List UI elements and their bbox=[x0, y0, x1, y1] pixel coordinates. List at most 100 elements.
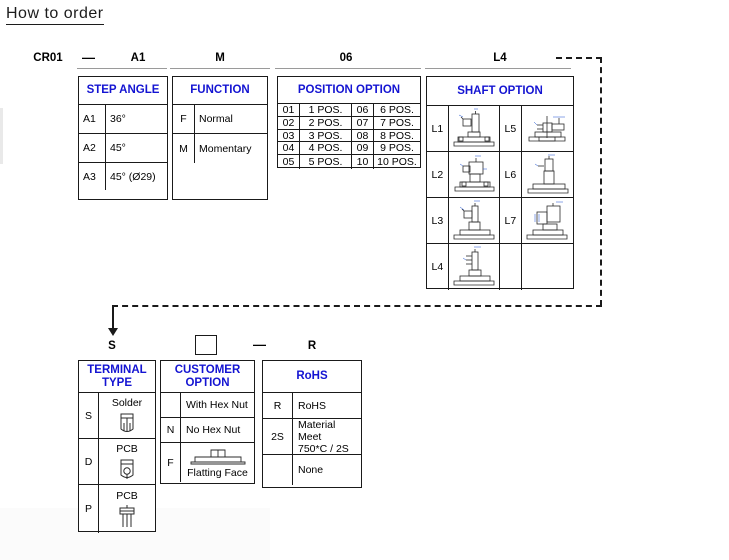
cell-desc-right: 8 POS. bbox=[380, 129, 414, 142]
pcb-terminal-p-icon bbox=[119, 505, 135, 527]
cell-code: R bbox=[263, 393, 293, 418]
cell-desc: RoHS bbox=[298, 399, 327, 412]
cell-code: A1 bbox=[79, 105, 106, 133]
shaft-drawing-l3 bbox=[449, 198, 500, 243]
cell-code: F bbox=[173, 105, 195, 133]
cell-desc: Normal bbox=[199, 113, 233, 125]
cell-code-l4: L4 bbox=[427, 244, 449, 290]
cell-desc: No Hex Nut bbox=[186, 424, 241, 436]
cell-code-l6: L6 bbox=[500, 152, 522, 197]
code-separator-dash-bottom: — bbox=[253, 337, 266, 352]
table-function-header: FUNCTION bbox=[173, 77, 267, 105]
code-segment-step-angle: A1 bbox=[130, 52, 146, 64]
table-rohs: RoHS R RoHS 2S Material Meet 750*C / 2S … bbox=[262, 360, 362, 488]
page-title: How to order bbox=[6, 4, 104, 25]
cell-desc-right: 6 POS. bbox=[380, 103, 414, 116]
table-shaft-option-header: SHAFT OPTION bbox=[427, 77, 573, 106]
cell-desc-right: 9 POS. bbox=[380, 142, 414, 155]
code-underline-shaft-option bbox=[425, 68, 571, 69]
cell-code: N bbox=[161, 418, 181, 442]
cell-desc-left: 1 POS. bbox=[300, 104, 352, 116]
table-row: 02 2 POS. 07 7 POS. bbox=[278, 117, 420, 130]
table-row: L2 L6 bbox=[427, 152, 573, 198]
header-line-2: TYPE bbox=[101, 376, 133, 389]
table-row: L1 L5 bbox=[427, 106, 573, 152]
cell-code-right: 06 bbox=[352, 104, 374, 116]
cell-desc: None bbox=[298, 464, 324, 476]
table-row: None bbox=[263, 455, 361, 485]
cell-code-left: 05 bbox=[278, 155, 300, 169]
cell-desc: With Hex Nut bbox=[186, 399, 248, 411]
terminal-label: Solder bbox=[111, 396, 143, 409]
shaft-drawing-l4 bbox=[449, 244, 500, 290]
table-row: L4 bbox=[427, 244, 573, 290]
cell-body: PCB bbox=[99, 439, 155, 484]
table-row: N No Hex Nut bbox=[161, 418, 254, 443]
code-segment-position-option: 06 bbox=[339, 52, 353, 64]
code-segment-terminal-type: S bbox=[108, 340, 116, 352]
connector-dash-right bbox=[600, 57, 602, 306]
cell-desc-with-icon: Flatting Face bbox=[181, 443, 254, 482]
cell-code: A3 bbox=[79, 163, 106, 190]
table-row: F Normal bbox=[173, 105, 267, 134]
page-edge-artifact bbox=[0, 108, 3, 164]
cell-desc: 45° (Ø29) bbox=[110, 170, 156, 183]
code-segment-series: CR01 bbox=[33, 52, 63, 64]
shaft-drawing-l5 bbox=[522, 106, 573, 151]
cell-code: M bbox=[173, 134, 195, 163]
cell-code: F bbox=[161, 443, 181, 482]
table-row: A2 45° bbox=[79, 134, 167, 163]
table-shaft-option: SHAFT OPTION L1 L5 L2 L6 L3 L7 L4 bbox=[426, 76, 574, 290]
table-terminal-type-header: TERMINAL TYPE bbox=[79, 361, 155, 393]
table-rohs-header: RoHS bbox=[263, 361, 361, 393]
cell-desc-right: 7 POS. bbox=[380, 116, 414, 129]
cell-desc: 36° bbox=[110, 113, 126, 125]
table-step-angle-header: STEP ANGLE bbox=[79, 77, 167, 105]
table-customer-option: CUSTOMER OPTION With Hex Nut N No Hex Nu… bbox=[160, 360, 255, 484]
code-underline-function bbox=[170, 68, 270, 69]
cell-desc-left: 4 POS. bbox=[300, 142, 352, 154]
cell-code bbox=[263, 455, 293, 485]
connector-arrow-stem bbox=[112, 305, 114, 330]
table-function: FUNCTION F Normal M Momentary bbox=[172, 76, 268, 200]
table-row: 2S Material Meet 750*C / 2S bbox=[263, 419, 361, 455]
table-position-option: POSITION OPTION 01 1 POS. 06 6 POS. 02 2… bbox=[277, 76, 421, 169]
cell-desc-left: 2 POS. bbox=[300, 117, 352, 129]
shaft-drawing-l7 bbox=[522, 198, 573, 243]
table-customer-option-header: CUSTOMER OPTION bbox=[161, 361, 254, 393]
flatting-face-label: Flatting Face bbox=[187, 466, 248, 479]
terminal-label: PCB bbox=[116, 490, 138, 502]
table-terminal-type: TERMINAL TYPE S Solder D PCB P PCB bbox=[78, 360, 156, 533]
code-segment-shaft-option: L4 bbox=[493, 52, 507, 64]
cell-code-l1: L1 bbox=[427, 106, 449, 151]
connector-arrow-head bbox=[108, 328, 118, 336]
code-segment-rohs: R bbox=[307, 340, 317, 352]
table-row: D PCB bbox=[79, 439, 155, 485]
table-row: 01 1 POS. 06 6 POS. bbox=[278, 104, 420, 117]
cell-code-l5: L5 bbox=[500, 106, 522, 151]
cell-code-right: 10 bbox=[352, 155, 374, 169]
cell-code-l2: L2 bbox=[427, 152, 449, 197]
cell-code-right: 07 bbox=[352, 117, 374, 129]
cell-code: S bbox=[79, 393, 99, 438]
shaft-drawing-l6 bbox=[522, 152, 573, 197]
cell-code: A2 bbox=[79, 134, 106, 162]
cell-code bbox=[161, 393, 181, 417]
code-separator-dash: — bbox=[82, 50, 95, 65]
table-row: P PCB bbox=[79, 485, 155, 533]
table-row: A1 36° bbox=[79, 105, 167, 134]
flatting-face-icon bbox=[190, 449, 245, 464]
shaft-drawing-l2 bbox=[449, 152, 500, 197]
cell-code-right: 08 bbox=[352, 130, 374, 142]
cell-desc-right: 10 POS. bbox=[377, 155, 417, 168]
connector-dash-bottom bbox=[112, 305, 602, 307]
cell-body: Solder bbox=[99, 393, 155, 438]
shaft-drawing-l1 bbox=[449, 106, 500, 151]
shaft-drawing-empty bbox=[522, 244, 573, 290]
cell-desc-left: 3 POS. bbox=[300, 130, 352, 142]
table-row: 03 3 POS. 08 8 POS. bbox=[278, 130, 420, 143]
cell-body: PCB bbox=[99, 485, 155, 533]
connector-dash-top bbox=[556, 57, 602, 59]
cell-code-empty bbox=[500, 244, 522, 290]
cell-code-right: 09 bbox=[352, 142, 374, 154]
